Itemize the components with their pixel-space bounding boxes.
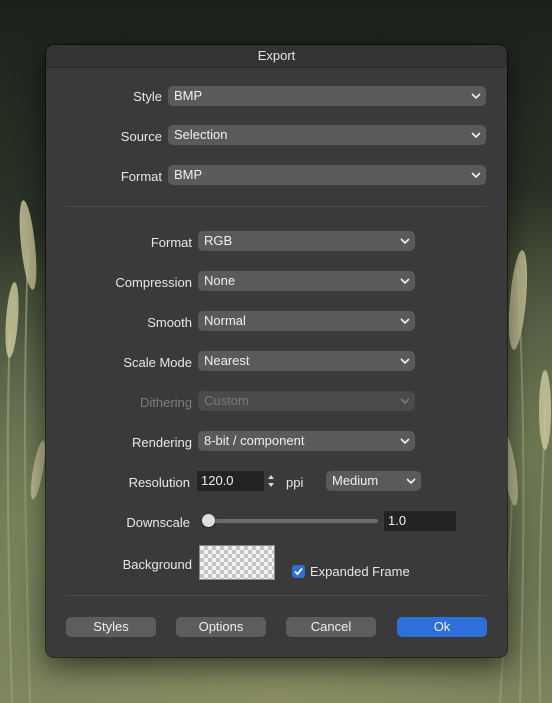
separator xyxy=(66,206,486,207)
compression-dropdown[interactable]: None xyxy=(198,271,415,291)
smooth-value: Normal xyxy=(204,313,246,328)
dithering-dropdown: Custom xyxy=(198,391,415,411)
chevron-down-icon xyxy=(400,438,410,445)
style-dropdown[interactable]: BMP xyxy=(168,86,486,106)
scale-mode-dropdown[interactable]: Nearest xyxy=(198,351,415,371)
compression-label: Compression xyxy=(115,275,192,290)
top-format-dropdown[interactable]: BMP xyxy=(168,165,486,185)
smooth-dropdown[interactable]: Normal xyxy=(198,311,415,331)
export-dialog: Export Style BMP Source Selection Format… xyxy=(46,45,507,657)
background-label: Background xyxy=(122,557,192,572)
rendering-value: 8-bit / component xyxy=(204,433,305,448)
chevron-down-icon xyxy=(471,132,481,139)
chevron-down-icon xyxy=(400,398,410,405)
background-color-swatch[interactable] xyxy=(199,545,275,580)
cancel-button[interactable]: Cancel xyxy=(286,617,376,637)
style-label: Style xyxy=(133,89,162,104)
expanded-frame-checkbox[interactable] xyxy=(292,565,305,578)
resolution-quality-dropdown[interactable]: Medium xyxy=(326,471,421,491)
chevron-down-icon xyxy=(400,238,410,245)
format-dropdown[interactable]: RGB xyxy=(198,231,415,251)
downscale-slider-track[interactable] xyxy=(204,519,378,523)
chevron-down-icon xyxy=(400,358,410,365)
chevron-down-icon xyxy=(471,172,481,179)
styles-button[interactable]: Styles xyxy=(66,617,156,637)
resolution-input[interactable]: 120.0 xyxy=(197,471,264,491)
top-format-label: Format xyxy=(120,169,162,184)
source-label: Source xyxy=(120,129,162,144)
scale-mode-label: Scale Mode xyxy=(123,355,192,370)
checkmark-icon xyxy=(294,567,303,576)
format-label: Format xyxy=(150,235,192,250)
rendering-dropdown[interactable]: 8-bit / component xyxy=(198,431,415,451)
dialog-title: Export xyxy=(46,45,507,68)
downscale-input[interactable]: 1.0 xyxy=(384,511,456,531)
chevron-down-icon xyxy=(406,478,416,485)
smooth-label: Smooth xyxy=(147,315,192,330)
resolution-label: Resolution xyxy=(128,475,190,490)
options-button[interactable]: Options xyxy=(176,617,266,637)
source-value: Selection xyxy=(174,127,228,142)
top-format-value: BMP xyxy=(174,167,203,182)
format-value: RGB xyxy=(204,233,233,248)
dithering-label: Dithering xyxy=(139,395,192,410)
chevron-down-icon xyxy=(400,318,410,325)
downscale-label: Downscale xyxy=(126,515,190,530)
chevron-down-icon xyxy=(400,278,410,285)
separator xyxy=(66,595,486,596)
compression-value: None xyxy=(204,273,236,288)
expanded-frame-label[interactable]: Expanded Frame xyxy=(310,564,410,579)
resolution-quality-value: Medium xyxy=(332,473,379,488)
downscale-slider-thumb[interactable] xyxy=(202,514,215,527)
scale-mode-value: Nearest xyxy=(204,353,250,368)
dithering-value: Custom xyxy=(204,393,249,408)
ok-button[interactable]: Ok xyxy=(397,617,487,637)
style-value: BMP xyxy=(174,88,203,103)
chevron-down-icon xyxy=(471,93,481,100)
resolution-unit: ppi xyxy=(286,475,304,490)
rendering-label: Rendering xyxy=(132,435,192,450)
stepper-arrows-icon[interactable] xyxy=(266,471,276,491)
source-dropdown[interactable]: Selection xyxy=(168,125,486,145)
